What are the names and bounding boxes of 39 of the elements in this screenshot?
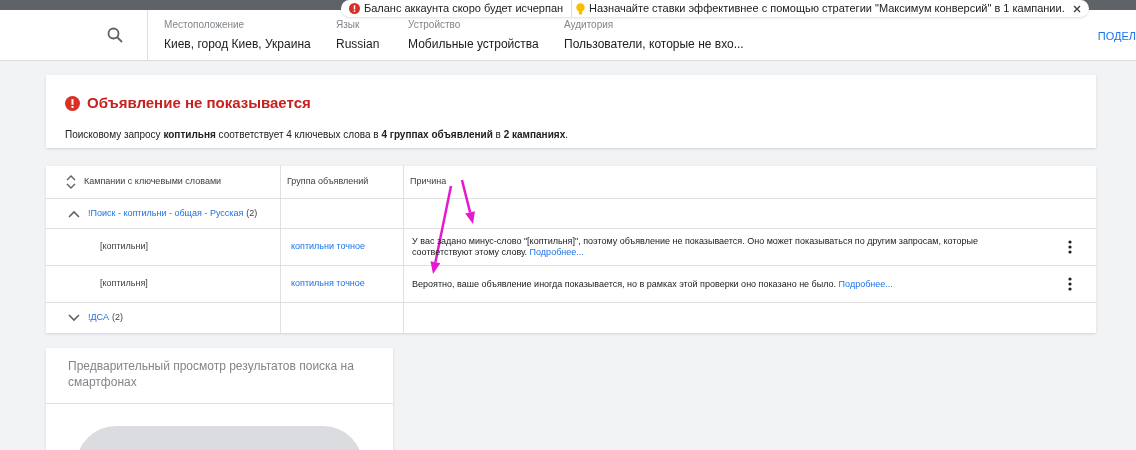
error-icon (349, 3, 360, 14)
field-label: Аудитория (564, 18, 615, 32)
learn-more-link[interactable]: Подробнее... (529, 247, 584, 257)
alert-message: Поисковому запросу коптильня соответствует 4 ключевых слова в 4 группах объявлений в 2 кампаниях. (65, 127, 569, 142)
field-label: Устройство (408, 18, 462, 32)
ad-group-link[interactable]: коптильни точное (291, 240, 365, 254)
campaign-link[interactable]: !Поиск - коптильни - общая - Русская (88, 206, 244, 221)
field-label: Язык (336, 18, 361, 32)
error-icon (65, 95, 80, 111)
preview-title: Предварительный просмотр результатов поиска на смартфонах (68, 358, 355, 390)
field-value: Киев, город Киев, Украина (164, 36, 312, 53)
row-count: (2) (111, 311, 123, 325)
notification-text: Баланс аккаунта скоро будет исчерпан (364, 1, 564, 17)
campaign-link[interactable]: !ДСА (88, 311, 109, 325)
notification-text: Назначайте ставки эффективнее с помощью стратегии "Максимум конверсий" в 1 кампании. (589, 1, 1065, 17)
keyword-cell: [коптильни] (100, 240, 148, 254)
lightbulb-icon (576, 2, 586, 15)
annotation-arrow (460, 179, 475, 224)
row-count: (2) (246, 206, 258, 220)
sort-icon[interactable] (66, 175, 76, 189)
close-icon[interactable] (1072, 4, 1081, 13)
more-vertical-icon[interactable] (1068, 277, 1072, 291)
ad-group-link[interactable]: коптильня точное (291, 277, 365, 291)
chevron-up-icon[interactable] (68, 209, 80, 218)
column-header[interactable]: Группа объявлений (287, 175, 369, 189)
field-value: Russian (336, 36, 381, 53)
field-value: Мобильные устройства (408, 36, 540, 53)
column-header[interactable]: Причина (410, 175, 447, 189)
keyword-cell: [коптильня] (100, 277, 148, 291)
learn-more-link[interactable]: Подробнее... (838, 278, 893, 289)
field-label: Местоположение (164, 18, 246, 32)
search-icon[interactable] (107, 27, 123, 43)
share-button[interactable]: ПОДЕЛ (1097, 28, 1136, 45)
reason-text: Вероятно, ваше объявление иногда показывается, но в рамках этой проверки оно показано не было. Подробнее... (412, 278, 894, 290)
chevron-down-icon[interactable] (68, 314, 80, 322)
column-header[interactable]: Кампании с ключевыми словами (84, 175, 222, 189)
alert-title: Объявление не показывается (87, 93, 311, 113)
more-vertical-icon[interactable] (1068, 240, 1072, 254)
field-value: Пользователи, которые не вхо... (564, 36, 745, 53)
